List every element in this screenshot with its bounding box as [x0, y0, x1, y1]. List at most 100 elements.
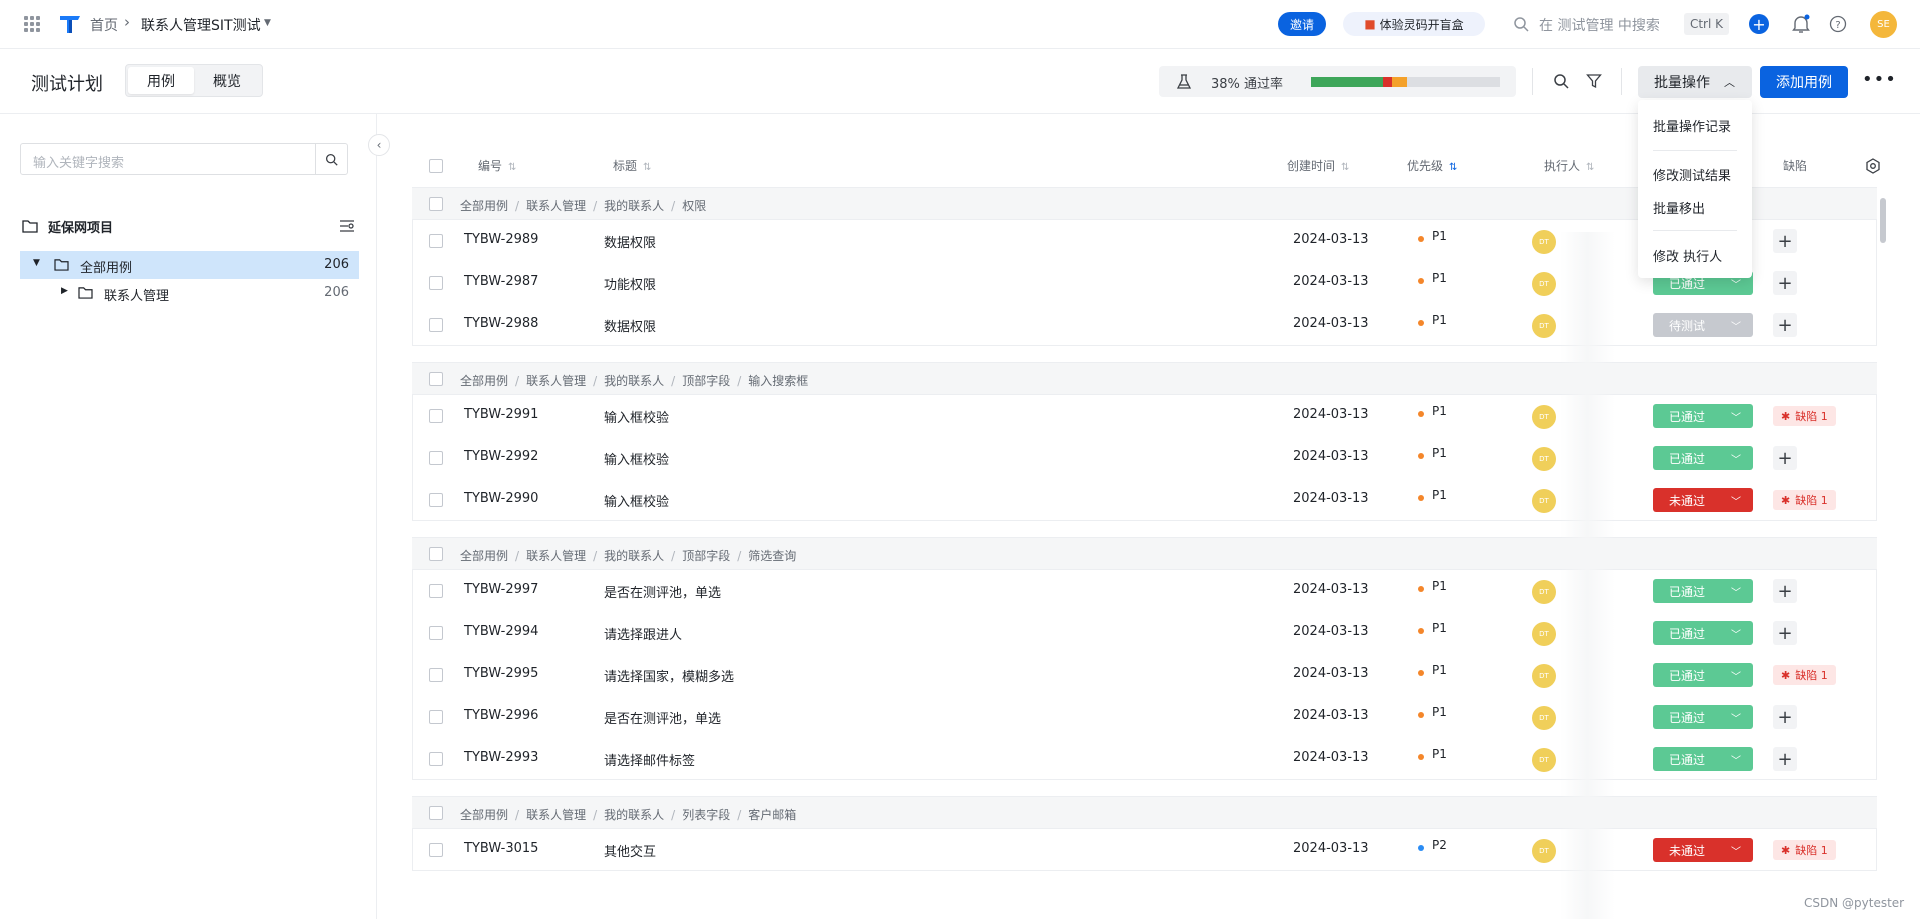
path-segment[interactable]: 我的联系人	[604, 808, 664, 822]
breadcrumb-home[interactable]: 首页	[90, 15, 118, 35]
executor-avatar[interactable]: DT	[1532, 447, 1556, 471]
executor-avatar[interactable]: DT	[1532, 580, 1556, 604]
tree-settings-icon[interactable]	[339, 219, 355, 233]
test-result-dropdown[interactable]: 未通过 ﹀	[1653, 838, 1753, 862]
sort-icon[interactable]: ⇅	[643, 162, 651, 173]
priority-label[interactable]: P2	[1432, 838, 1447, 852]
column-header-created[interactable]: 创建时间 ⇅	[1287, 157, 1349, 174]
filter-icon[interactable]	[1586, 73, 1602, 89]
path-segment[interactable]: 全部用例	[460, 808, 508, 822]
case-id[interactable]: TYBW-2994	[464, 624, 538, 639]
test-result-dropdown[interactable]: 已通过 ﹀	[1653, 747, 1753, 771]
priority-label[interactable]: P1	[1432, 579, 1447, 593]
row-checkbox[interactable]	[429, 843, 443, 857]
case-id[interactable]: TYBW-2989	[464, 232, 538, 247]
path-segment[interactable]: 我的联系人	[604, 374, 664, 388]
case-title[interactable]: 是否在测评池，单选	[604, 582, 721, 601]
project-dropdown-chevron-icon[interactable]: ▼	[264, 18, 271, 28]
menu-item-edit-result[interactable]: 修改测试结果	[1653, 165, 1731, 184]
case-title[interactable]: 是否在测评池，单选	[604, 708, 721, 727]
table-row[interactable]: TYBW-2988 数据权限 2024-03-13 P1 DT 待测试 ﹀ +	[412, 304, 1877, 346]
notification-bell-icon[interactable]	[1792, 14, 1810, 34]
sort-icon[interactable]: ⇅	[1586, 162, 1594, 173]
executor-avatar[interactable]: DT	[1532, 314, 1556, 338]
help-icon[interactable]: ?	[1829, 15, 1847, 33]
case-id[interactable]: TYBW-2995	[464, 666, 538, 681]
priority-label[interactable]: P1	[1432, 404, 1447, 418]
case-id[interactable]: TYBW-2990	[464, 491, 538, 506]
table-row[interactable]: TYBW-2994 请选择跟进人 2024-03-13 P1 DT 已通过 ﹀ +	[412, 612, 1877, 654]
tree-node-all-cases[interactable]: ▼ 全部用例 206	[20, 251, 359, 279]
add-defect-button[interactable]: +	[1773, 271, 1797, 295]
row-checkbox[interactable]	[429, 752, 443, 766]
row-checkbox[interactable]	[429, 451, 443, 465]
row-checkbox[interactable]	[429, 318, 443, 332]
group-checkbox[interactable]	[429, 547, 443, 561]
add-case-button[interactable]: 添加用例	[1760, 66, 1848, 98]
table-search-icon[interactable]	[1553, 73, 1569, 89]
priority-label[interactable]: P1	[1432, 229, 1447, 243]
row-checkbox[interactable]	[429, 276, 443, 290]
select-all-checkbox[interactable]	[429, 159, 443, 173]
table-row[interactable]: TYBW-2997 是否在测评池，单选 2024-03-13 P1 DT 已通过 ﹀ +	[412, 570, 1877, 612]
add-defect-button[interactable]: +	[1773, 229, 1797, 253]
column-header-executor[interactable]: 执行人 ⇅	[1544, 157, 1594, 174]
path-segment[interactable]: 全部用例	[460, 374, 508, 388]
case-title[interactable]: 数据权限	[604, 316, 656, 335]
path-segment[interactable]: 输入搜索框	[748, 374, 808, 388]
table-row[interactable]: TYBW-2995 请选择国家，模糊多选 2024-03-13 P1 DT 已通过 ﹀ ✱ 缺陷…	[412, 654, 1877, 696]
test-result-dropdown[interactable]: 已通过 ﹀	[1653, 621, 1753, 645]
row-checkbox[interactable]	[429, 234, 443, 248]
case-title[interactable]: 请选择邮件标签	[604, 750, 695, 769]
case-id[interactable]: TYBW-2991	[464, 407, 538, 422]
row-checkbox[interactable]	[429, 710, 443, 724]
add-defect-button[interactable]: +	[1773, 621, 1797, 645]
priority-label[interactable]: P1	[1432, 446, 1447, 460]
priority-label[interactable]: P1	[1432, 313, 1447, 327]
executor-avatar[interactable]: DT	[1532, 405, 1556, 429]
promo-button[interactable]: ■ 体验灵码开盲盒	[1343, 12, 1485, 36]
app-grid-icon[interactable]	[24, 16, 40, 32]
table-row[interactable]: TYBW-2992 输入框校验 2024-03-13 P1 DT 已通过 ﹀ +	[412, 437, 1877, 479]
case-id[interactable]: TYBW-2987	[464, 274, 538, 289]
row-checkbox[interactable]	[429, 409, 443, 423]
user-avatar[interactable]: SE	[1870, 11, 1897, 38]
case-title[interactable]: 请选择国家，模糊多选	[604, 666, 734, 685]
case-title[interactable]: 数据权限	[604, 232, 656, 251]
breadcrumb-project[interactable]: 联系人管理SIT测试	[141, 15, 261, 35]
defect-badge[interactable]: ✱ 缺陷 1	[1773, 406, 1836, 426]
test-result-dropdown[interactable]: 已通过 ﹀	[1653, 705, 1753, 729]
test-result-dropdown[interactable]: 未通过 ﹀	[1653, 488, 1753, 512]
search-icon[interactable]	[1513, 16, 1529, 32]
executor-avatar[interactable]: DT	[1532, 706, 1556, 730]
case-title[interactable]: 输入框校验	[604, 491, 669, 510]
path-segment[interactable]: 顶部字段	[682, 549, 730, 563]
expand-caret-icon[interactable]: ▼	[33, 258, 40, 268]
row-checkbox[interactable]	[429, 493, 443, 507]
column-settings-icon[interactable]	[1865, 158, 1881, 174]
group-checkbox[interactable]	[429, 197, 443, 211]
create-plus-icon[interactable]: +	[1749, 14, 1769, 34]
menu-item-bulk-history[interactable]: 批量操作记录	[1653, 116, 1731, 135]
column-header-priority[interactable]: 优先级 ⇅	[1407, 157, 1457, 174]
table-row[interactable]: TYBW-2996 是否在测评池，单选 2024-03-13 P1 DT 已通过 ﹀ +	[412, 696, 1877, 738]
path-segment[interactable]: 权限	[682, 199, 706, 213]
add-defect-button[interactable]: +	[1773, 446, 1797, 470]
case-id[interactable]: TYBW-2996	[464, 708, 538, 723]
sort-icon[interactable]: ⇅	[508, 162, 516, 173]
case-title[interactable]: 输入框校验	[604, 449, 669, 468]
priority-label[interactable]: P1	[1432, 747, 1447, 761]
add-defect-button[interactable]: +	[1773, 747, 1797, 771]
bulk-actions-button[interactable]: 批量操作 ︿	[1638, 66, 1752, 98]
executor-avatar[interactable]: DT	[1532, 622, 1556, 646]
column-header-title[interactable]: 标题 ⇅	[613, 157, 651, 174]
path-segment[interactable]: 全部用例	[460, 549, 508, 563]
path-segment[interactable]: 联系人管理	[526, 808, 586, 822]
priority-label[interactable]: P1	[1432, 488, 1447, 502]
case-title[interactable]: 其他交互	[604, 841, 656, 860]
path-segment[interactable]: 联系人管理	[526, 199, 586, 213]
test-result-dropdown[interactable]: 已通过 ﹀	[1653, 663, 1753, 687]
case-id[interactable]: TYBW-2992	[464, 449, 538, 464]
defect-badge[interactable]: ✱ 缺陷 1	[1773, 665, 1836, 685]
scrollbar-thumb[interactable]	[1880, 198, 1886, 243]
